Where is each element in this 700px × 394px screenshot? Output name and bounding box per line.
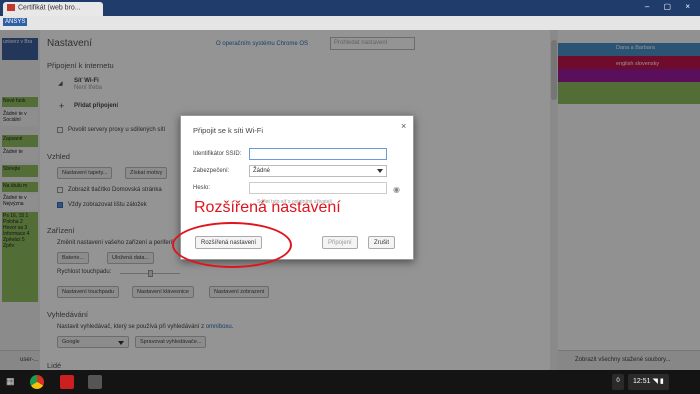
connect-button[interactable]: Připojení [322,236,358,249]
show-password-icon[interactable]: ◉ [393,185,400,194]
annotation-label: Rozšířená nastavení [194,199,341,216]
password-label: Heslo: [193,185,211,191]
tab-favicon-icon [7,4,15,11]
security-select[interactable]: Žádné [249,165,387,177]
app-launcher-icon[interactable]: ▦ [6,376,16,386]
browser-tab[interactable]: Certifikát (web bro... [3,2,103,16]
cancel-button[interactable]: Zrušit [368,236,395,249]
password-input[interactable] [249,182,387,194]
wifi-icon: ◥ [652,378,658,385]
dialog-title: Připojit se k síti Wi-Fi [193,126,264,135]
ssid-input[interactable] [249,148,387,160]
app-icon[interactable] [88,375,102,389]
clock: 12:51 [633,378,651,385]
youtube-icon[interactable] [60,375,74,389]
chevron-down-icon [377,169,383,173]
security-label: Zabezpečení: [193,168,230,174]
status-area[interactable]: 12:51 ◥ ▮ [628,374,669,390]
window-controls[interactable]: – ▢ × [645,2,696,11]
ssid-label: Identifikátor SSID: [193,151,242,157]
annotation-ellipse [172,222,292,268]
chrome-icon[interactable] [30,375,44,389]
battery-icon: ▮ [659,378,664,385]
system-shelf: ▦ 0 12:51 ◥ ▮ [0,370,700,394]
tab-title: Certifikát (web bro... [18,4,81,12]
bookmark-ansys[interactable]: ANSYS [3,18,28,26]
notification-count[interactable]: 0 [612,374,624,390]
close-icon[interactable]: × [401,121,406,131]
bookmarks-bar: ANSYS [0,16,700,30]
tab-strip: Certifikát (web bro... – ▢ × [0,0,700,16]
